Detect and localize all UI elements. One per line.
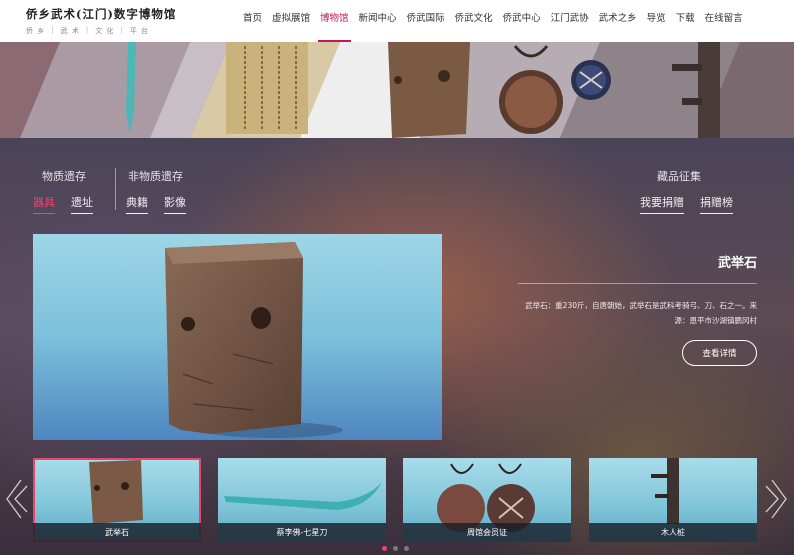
- banner-wooden-dummy: [698, 42, 720, 138]
- museum-section: 物质遗存 器具 遗址 非物质遗存 典籍 影像 藏品征集 我要捐赠 捐赠榜 武举石…: [0, 138, 794, 555]
- next-arrow[interactable]: [764, 476, 790, 522]
- logo-title: 侨乡武术(江门)数字博物馆: [26, 7, 177, 21]
- intangible-heritage-group: 非物质遗存 典籍 影像: [126, 168, 186, 214]
- featured-title: 武举石: [717, 256, 757, 271]
- nav-association[interactable]: 江门武协: [546, 0, 594, 42]
- nav-center[interactable]: 侨武中心: [498, 0, 546, 42]
- thumbnail-item[interactable]: 蔡李佛-七星刀: [218, 458, 386, 542]
- collection-group: 藏品征集 我要捐赠 捐赠榜: [640, 168, 733, 214]
- logo-sub-word: 平 台: [129, 27, 150, 35]
- link-classics[interactable]: 典籍: [126, 194, 148, 214]
- nav-guide[interactable]: 导览: [642, 0, 671, 42]
- site-logo[interactable]: 侨乡武术(江门)数字博物馆 侨 乡 | 武 术 | 文 化 | 平 台: [26, 6, 216, 36]
- info-divider: [518, 283, 757, 284]
- nav-hometown[interactable]: 武术之乡: [594, 0, 642, 42]
- thumbnail-item[interactable]: 周馆会员证: [403, 458, 571, 542]
- thumbnail-item[interactable]: 武举石: [33, 458, 201, 542]
- material-heritage-title: 物质遗存: [42, 170, 86, 183]
- pagination-dot[interactable]: [404, 546, 409, 551]
- nav-culture[interactable]: 侨武文化: [450, 0, 498, 42]
- link-videos[interactable]: 影像: [164, 194, 186, 214]
- nav-message[interactable]: 在线留言: [700, 0, 748, 42]
- link-sites[interactable]: 遗址: [71, 194, 93, 214]
- double-chevron-right-icon: [765, 479, 787, 519]
- logo-sub-word: 文 化: [95, 27, 115, 35]
- banner-stone: [388, 42, 470, 138]
- thumbnail-caption: 木人桩: [589, 523, 757, 542]
- top-banner: [0, 42, 794, 138]
- view-details-button[interactable]: 查看详情: [682, 340, 757, 366]
- thumbnail-carousel: 武举石 蔡李佛-七星刀 周馆会员证 木人桩: [33, 458, 757, 542]
- material-heritage-group: 物质遗存 器具 遗址: [33, 168, 93, 214]
- double-chevron-left-icon: [6, 479, 28, 519]
- intangible-heritage-title: 非物质遗存: [128, 170, 183, 183]
- nav-download[interactable]: 下载: [671, 0, 700, 42]
- category-divider: [115, 168, 116, 210]
- logo-sub-word: 武 术: [60, 27, 80, 35]
- link-utensils[interactable]: 器具: [33, 194, 55, 214]
- thumbnail-caption: 武举石: [33, 523, 201, 542]
- prev-arrow[interactable]: [3, 476, 29, 522]
- nav-news[interactable]: 新闻中心: [354, 0, 402, 42]
- thumbnail-caption: 周馆会员证: [403, 523, 571, 542]
- featured-description: 武举石：重230斤，自唐朝始，武举石是武科考骑弓、刀、石之一。来源：恩平市沙湖镇…: [525, 301, 757, 325]
- link-donor-list[interactable]: 捐赠榜: [700, 194, 733, 214]
- logo-sub-word: 侨 乡: [26, 27, 46, 35]
- link-donate[interactable]: 我要捐赠: [640, 194, 684, 214]
- thumbnail-caption: 蔡李佛-七星刀: [218, 523, 386, 542]
- stone-artifact-image: [165, 242, 343, 438]
- nav-virtual-hall[interactable]: 虚拟展馆: [267, 0, 315, 42]
- carousel-pagination: [382, 546, 409, 551]
- banner-collage: [0, 42, 794, 138]
- site-header: 侨乡武术(江门)数字博物馆 侨 乡 | 武 术 | 文 化 | 平 台 首页 虚拟展馆…: [0, 0, 794, 42]
- logo-subtitle: 侨 乡 | 武 术 | 文 化 | 平 台: [26, 26, 150, 35]
- pagination-dot[interactable]: [382, 546, 387, 551]
- featured-info: 武举石 武举石：重230斤，自唐朝始，武举石是武科考骑弓、刀、石之一。来源：恩平…: [518, 252, 757, 366]
- pagination-dot[interactable]: [393, 546, 398, 551]
- nav-museum[interactable]: 博物馆: [315, 0, 354, 42]
- nav-international[interactable]: 侨武国际: [402, 0, 450, 42]
- collection-title: 藏品征集: [657, 170, 701, 183]
- nav-home[interactable]: 首页: [238, 0, 267, 42]
- main-nav: 首页 虚拟展馆 博物馆 新闻中心 侨武国际 侨武文化 侨武中心 江门武协 武术之…: [238, 0, 748, 42]
- featured-image[interactable]: [33, 234, 442, 440]
- thumbnail-item[interactable]: 木人桩: [589, 458, 757, 542]
